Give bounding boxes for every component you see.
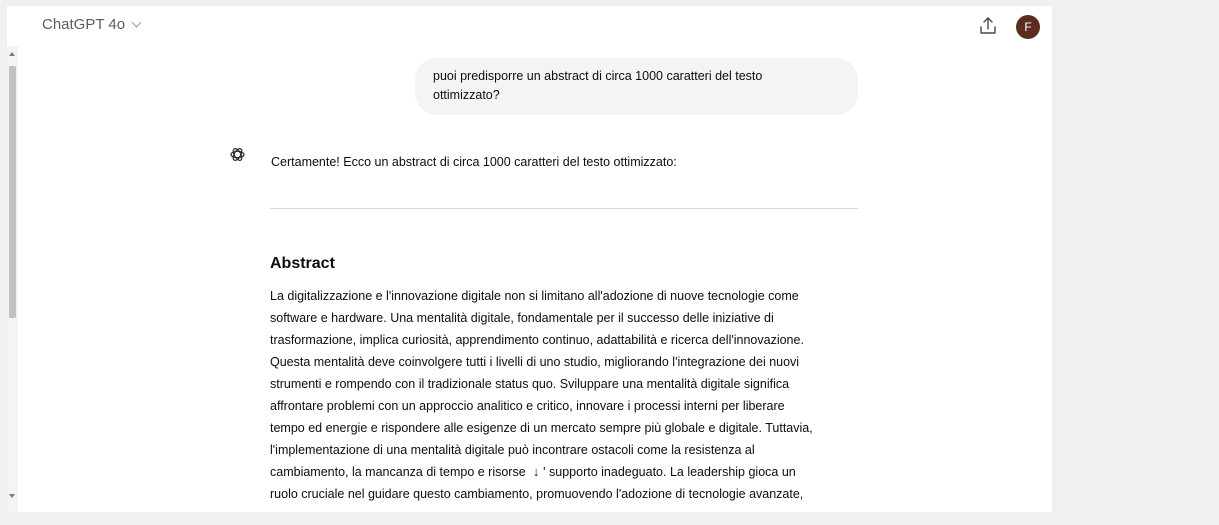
horizontal-divider (270, 208, 858, 209)
model-selector[interactable]: ChatGPT 4o (42, 16, 142, 33)
abstract-line: tempo ed energie e rispondere alle esige… (270, 421, 813, 435)
share-button[interactable] (977, 14, 999, 38)
scroll-to-bottom-button[interactable]: ↓ (529, 461, 543, 483)
vertical-scrollbar[interactable] (7, 46, 18, 512)
abstract-line: Questa mentalità deve coinvolgere tutti … (270, 355, 800, 369)
assistant-avatar (229, 146, 246, 163)
abstract-line-with-scroll-button: cambiamento, la mancanza di tempo e riso… (270, 461, 870, 483)
assistant-intro-text: Certamente! Ecco un abstract di circa 10… (271, 155, 677, 169)
share-icon (980, 17, 996, 34)
user-message-line: ottimizzato? (433, 88, 500, 102)
openai-logo-icon (230, 148, 245, 161)
abstract-line-part: cambiamento, la mancanza di tempo e riso… (270, 465, 530, 479)
abstract-body: La digitalizzazione e l'innovazione digi… (270, 285, 870, 505)
abstract-line: l'implementazione di una mentalità digit… (270, 443, 755, 457)
scrollbar-thumb[interactable] (9, 66, 16, 318)
scroll-up-arrow-icon[interactable] (9, 52, 15, 56)
top-bar: ChatGPT 4o F (7, 6, 1052, 46)
abstract-line: software e hardware. Una mentalità digit… (270, 311, 774, 325)
abstract-line-part: ' supporto inadeguato. La leadership gio… (543, 465, 796, 479)
abstract-line: La digitalizzazione e l'innovazione digi… (270, 289, 799, 303)
abstract-line: ruolo cruciale nel guidare questo cambia… (270, 487, 804, 501)
abstract-line: affrontare problemi con un approccio ana… (270, 399, 785, 413)
abstract-line: strumenti e rompendo con il tradizionale… (270, 377, 790, 391)
scroll-down-arrow-icon[interactable] (9, 494, 15, 498)
abstract-heading: Abstract (270, 255, 335, 272)
chat-window: ChatGPT 4o F puoi predisporre un abstrac… (7, 6, 1052, 512)
user-message-bubble: puoi predisporre un abstract di circa 10… (415, 58, 858, 115)
user-avatar[interactable]: F (1016, 15, 1040, 39)
screen-background: ChatGPT 4o F puoi predisporre un abstrac… (0, 0, 1219, 525)
abstract-line: trasformazione, implica curiosità, appre… (270, 333, 804, 347)
model-name: ChatGPT 4o (42, 16, 126, 33)
chevron-down-icon (131, 17, 142, 28)
user-message-line: puoi predisporre un abstract di circa 10… (433, 69, 763, 83)
